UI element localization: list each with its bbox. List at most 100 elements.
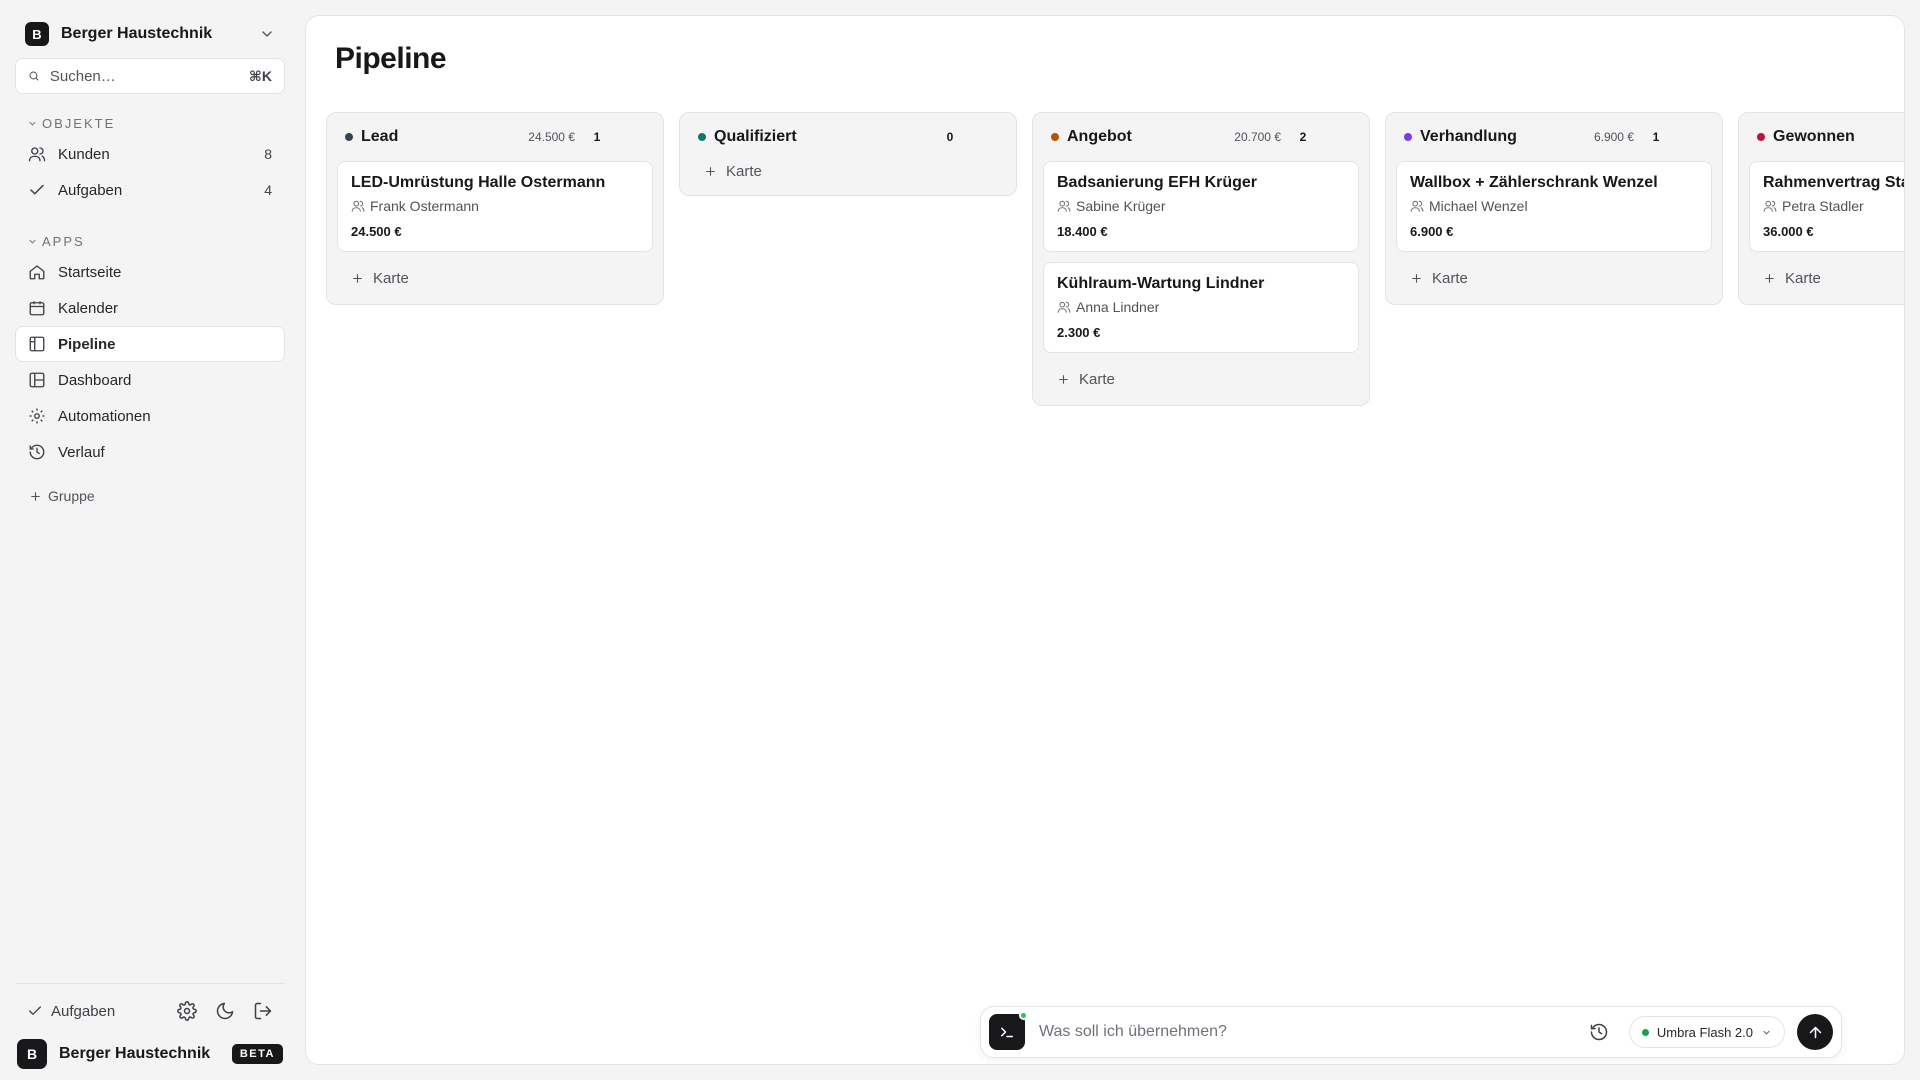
deal-card[interactable]: Wallbox + Zählerschrank Wenzel Michael W… — [1396, 161, 1712, 252]
sidebar-item-automationen[interactable]: Automationen — [15, 398, 285, 434]
gear-icon — [29, 408, 45, 424]
column-title: Gewonnen — [1773, 128, 1855, 145]
search-box[interactable]: ⌘K — [15, 58, 285, 94]
sidebar-item-label: Aufgaben — [58, 181, 123, 199]
plus-icon — [1765, 273, 1774, 283]
column-color-dot — [1757, 133, 1765, 141]
column-header: Verhandlung 6.900 € 1 — [1396, 113, 1712, 161]
sidebar-item-count: 4 — [264, 182, 272, 198]
agent-terminal-button[interactable] — [989, 1011, 1028, 1050]
sidebar-item-label: Automationen — [58, 407, 151, 425]
deal-card[interactable]: LED-Umrüstung Halle Ostermann Frank Oste… — [337, 161, 653, 252]
sidebar-item-verlauf[interactable]: Verlauf — [15, 434, 285, 470]
column-title: Verhandlung — [1420, 128, 1517, 145]
home-icon — [29, 265, 45, 280]
section-toggle-objects[interactable]: OBJEKTE — [15, 114, 285, 132]
deal-card[interactable]: Rahmenvertrag Sta Petra Stadler 36.000 € — [1749, 161, 1905, 252]
deal-card[interactable]: Badsanierung EFH Krüger Sabine Krüger 18… — [1043, 161, 1359, 252]
settings-icon[interactable] — [177, 1001, 197, 1021]
card-title: Kühlraum-Wartung Lindner — [1057, 275, 1265, 292]
column-total: 20.700 € — [1234, 130, 1281, 144]
column-color-dot — [345, 133, 353, 141]
card-title: LED-Umrüstung Halle Ostermann — [351, 174, 606, 191]
column-count: 1 — [1652, 130, 1660, 144]
column-qualifiziert: Qualifiziert 0 Karte — [679, 112, 1017, 196]
command-bar: Umbra Flash 2.0 — [980, 1006, 1842, 1058]
sidebar-item-pipeline[interactable]: Pipeline — [15, 326, 285, 362]
check-icon — [30, 184, 44, 195]
sidebar-item-label: Startseite — [58, 263, 122, 281]
history-icon[interactable] — [1589, 1022, 1609, 1042]
chevron-down-icon — [29, 121, 36, 126]
sidebar-item-aufgaben[interactable]: Aufgaben 4 — [15, 172, 285, 208]
card-contact: Petra Stadler — [1782, 198, 1864, 214]
logout-icon[interactable] — [253, 1001, 273, 1021]
sidebar-item-startseite[interactable]: Startseite — [15, 254, 285, 290]
card-title: Rahmenvertrag Sta — [1763, 174, 1905, 191]
search-input[interactable] — [49, 67, 249, 85]
users-icon — [351, 200, 365, 212]
account-name: Berger Haustechnik — [59, 1045, 211, 1062]
column-color-dot — [698, 133, 706, 141]
card-contact: Michael Wenzel — [1429, 198, 1528, 214]
page-title: Pipeline — [335, 42, 447, 75]
column-total: 24.500 € — [528, 130, 575, 144]
card-value: 2.300 € — [1057, 325, 1101, 340]
pipeline-board: Lead 24.500 € 1 LED-Umrüstung Halle Oste… — [326, 112, 1905, 406]
sidebar-item-kalender[interactable]: Kalender — [15, 290, 285, 326]
chevron-down-icon — [1763, 1030, 1770, 1035]
add-card-button[interactable]: Karte — [1749, 262, 1904, 294]
history-icon — [29, 444, 45, 460]
footer-tasks-button[interactable]: Aufgaben — [27, 1003, 159, 1020]
search-icon — [29, 71, 39, 81]
footer-account[interactable]: B Berger Haustechnik BETA — [15, 1038, 285, 1070]
sidebar-item-label: Kalender — [58, 299, 119, 317]
card-contact: Sabine Krüger — [1076, 198, 1166, 214]
column-color-dot — [1051, 133, 1059, 141]
deal-card[interactable]: Kühlraum-Wartung Lindner Anna Lindner 2.… — [1043, 262, 1359, 353]
search-shortcut: ⌘K — [248, 67, 272, 84]
command-input[interactable] — [1039, 1023, 1589, 1041]
column-count: 0 — [946, 130, 954, 144]
section-toggle-apps[interactable]: APPS — [15, 232, 285, 250]
column-title: Qualifiziert — [714, 128, 797, 145]
workspace-switcher[interactable]: B Berger Haustechnik — [15, 14, 285, 54]
users-icon — [1057, 200, 1071, 212]
workspace-avatar: B — [25, 22, 49, 46]
card-contact: Anna Lindner — [1076, 299, 1160, 315]
add-card-button[interactable]: Karte — [1043, 363, 1359, 395]
column-color-dot — [1404, 133, 1412, 141]
model-label: Umbra Flash 2.0 — [1656, 1024, 1753, 1040]
board-icon — [29, 336, 45, 352]
dashboard-icon — [29, 372, 45, 388]
send-button[interactable] — [1797, 1014, 1833, 1050]
column-header: Angebot 20.700 € 2 — [1043, 113, 1359, 161]
users-icon — [28, 147, 46, 162]
column-count: 1 — [593, 130, 601, 144]
add-card-button[interactable]: Karte — [690, 155, 1006, 187]
model-status-dot — [1641, 1028, 1649, 1036]
add-card-label: Karte — [1079, 370, 1115, 388]
sidebar-item-label: Kunden — [58, 145, 110, 163]
add-card-label: Karte — [1432, 269, 1468, 287]
add-card-label: Karte — [373, 269, 409, 287]
column-header: Lead 24.500 € 1 — [337, 113, 653, 161]
arrow-up-icon — [1809, 1026, 1821, 1038]
sidebar-footer: Aufgaben B Berger Haustechnik BETA — [15, 983, 285, 1070]
plus-icon — [1412, 273, 1421, 283]
add-card-button[interactable]: Karte — [337, 262, 653, 294]
card-value: 6.900 € — [1410, 224, 1454, 239]
add-card-button[interactable]: Karte — [1396, 262, 1712, 294]
users-icon — [1057, 301, 1071, 313]
sidebar-item-dashboard[interactable]: Dashboard — [15, 362, 285, 398]
add-group-button[interactable]: Gruppe — [15, 484, 285, 508]
sidebar-item-kunden[interactable]: Kunden 8 — [15, 136, 285, 172]
plus-icon — [31, 491, 40, 501]
moon-icon[interactable] — [215, 1001, 235, 1021]
sidebar-item-label: Dashboard — [58, 371, 132, 389]
column-header: Gewonnen — [1749, 113, 1904, 161]
sidebar-item-count: 8 — [264, 146, 272, 162]
model-selector[interactable]: Umbra Flash 2.0 — [1628, 1016, 1785, 1048]
status-dot — [1019, 1011, 1028, 1020]
card-title: Wallbox + Zählerschrank Wenzel — [1410, 174, 1658, 191]
